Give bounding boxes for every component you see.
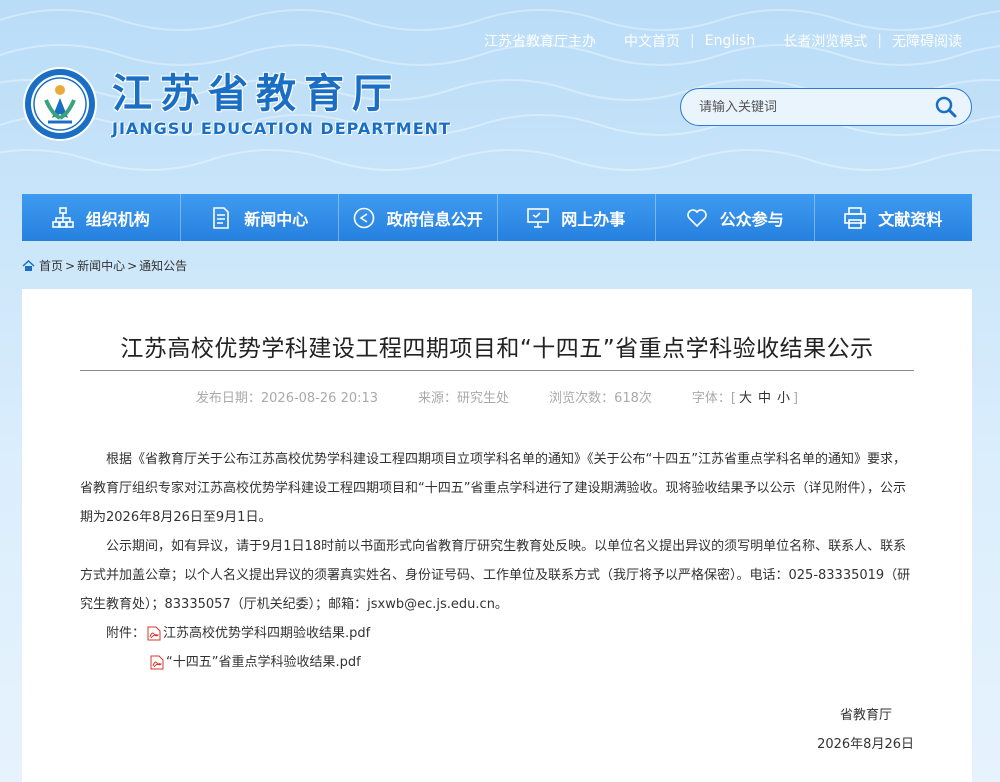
article-panel: 江苏高校优势学科建设工程四期项目和“十四五”省重点学科验收结果公示 发布日期：2… xyxy=(22,289,972,782)
home-icon xyxy=(22,259,35,271)
sponsor-link[interactable]: 江苏省教育厅主办 xyxy=(484,31,596,51)
pdf-icon xyxy=(147,626,161,641)
font-size-small[interactable]: 小 xyxy=(777,391,790,406)
breadcrumb: 首页 > 新闻中心 > 通知公告 xyxy=(22,257,187,274)
paragraph: 根据《省教育厅关于公布江苏高校优势学科建设工程四期项目立项学科名单的通知》《关于… xyxy=(80,452,906,525)
play-circle-icon xyxy=(353,207,375,228)
search-input[interactable] xyxy=(699,99,919,115)
document-icon xyxy=(213,206,230,229)
view-count: 浏览次数：618次 xyxy=(549,391,652,406)
attachment-row: 附件： 江苏高校优势学科四期验收结果.pdf xyxy=(80,619,914,648)
nav-label: 公众参与 xyxy=(719,209,784,229)
nav-label: 文献资料 xyxy=(878,209,943,229)
accessible-reading-link[interactable]: 无障碍阅读 xyxy=(892,31,962,51)
font-size-medium[interactable]: 中 xyxy=(758,391,771,406)
nav-item-online-service[interactable]: 网上办事 xyxy=(498,194,656,241)
font-size-label: 字体：[ xyxy=(691,391,736,406)
nav-item-gov-info[interactable]: 政府信息公开 xyxy=(339,194,498,241)
article-body: 根据《省教育厅关于公布江苏高校优势学科建设工程四期项目立项学科名单的通知》《关于… xyxy=(80,445,914,677)
font-size-large[interactable]: 大 xyxy=(739,391,752,406)
nav-label: 政府信息公开 xyxy=(386,209,483,229)
search-button[interactable] xyxy=(933,94,959,120)
divider: | xyxy=(877,33,882,49)
paragraph: 公示期间，如有异议，请于9月1日18时前以书面形式向省教育厅研究生教育处反映。以… xyxy=(80,539,911,612)
signature-org: 省教育厅 xyxy=(839,708,892,723)
signature-date: 2026年8月26日 xyxy=(817,737,914,752)
nav-label: 新闻中心 xyxy=(244,209,309,229)
breadcrumb-news[interactable]: 新闻中心 xyxy=(77,257,125,274)
article-title: 江苏高校优势学科建设工程四期项目和“十四五”省重点学科验收结果公示 xyxy=(120,336,874,362)
breadcrumb-separator: > xyxy=(65,258,76,273)
nav-item-news[interactable]: 新闻中心 xyxy=(181,194,339,241)
logo-english-name: JIANGSU EDUCATION DEPARTMENT xyxy=(112,118,451,138)
logo-chinese-name: 江苏省教育厅 xyxy=(112,69,400,117)
publish-date: 发布日期：2026-08-26 20:13 xyxy=(195,391,379,406)
pdf-icon xyxy=(150,655,164,670)
attachment-row: “十四五”省重点学科验收结果.pdf xyxy=(80,648,914,677)
elder-mode-link[interactable]: 长者浏览模式 xyxy=(783,31,867,51)
nav-label: 网上办事 xyxy=(561,209,626,229)
nav-item-organization[interactable]: 组织机构 xyxy=(22,194,181,241)
breadcrumb-separator: > xyxy=(127,258,138,273)
org-chart-icon xyxy=(51,206,74,228)
monitor-icon xyxy=(527,207,550,228)
breadcrumb-home[interactable]: 首页 xyxy=(39,257,63,274)
signature-block: 省教育厅 2026年8月26日 xyxy=(817,701,914,759)
emblem-icon xyxy=(23,67,97,141)
font-size-close: ] xyxy=(793,391,799,406)
article-source: 来源：研究生处 xyxy=(418,391,510,406)
nav-item-public-participation[interactable]: 公众参与 xyxy=(656,194,815,241)
nav-item-documents[interactable]: 文献资料 xyxy=(815,194,973,241)
font-size-control: 字体：[大中小] xyxy=(692,387,798,406)
main-nav: 组织机构 新闻中心 政府信息公开 网上办事 公众参与 文献资料 xyxy=(22,194,972,241)
breadcrumb-notice[interactable]: 通知公告 xyxy=(139,257,187,274)
top-links: 江苏省教育厅主办 中文首页 | English 长者浏览模式 | 无障碍阅读 xyxy=(484,31,962,51)
divider: | xyxy=(690,33,695,49)
search-box xyxy=(680,88,972,126)
printer-icon xyxy=(844,206,867,229)
search-icon xyxy=(935,96,957,118)
nav-label: 组织机构 xyxy=(85,209,150,229)
title-divider xyxy=(80,370,914,371)
article-meta: 发布日期：2026-08-26 20:13 来源：研究生处 浏览次数：618次 … xyxy=(22,387,972,406)
attachment-link-1[interactable]: 江苏高校优势学科四期验收结果.pdf xyxy=(163,619,370,648)
attachment-label: 附件： xyxy=(106,626,146,641)
chinese-home-link[interactable]: 中文首页 xyxy=(624,31,680,51)
attachment-link-2[interactable]: “十四五”省重点学科验收结果.pdf xyxy=(166,648,361,677)
heart-icon xyxy=(686,208,707,227)
site-logo[interactable]: 江苏省教育厅 JIANGSU EDUCATION DEPARTMENT xyxy=(22,66,451,142)
english-link[interactable]: English xyxy=(705,33,756,49)
